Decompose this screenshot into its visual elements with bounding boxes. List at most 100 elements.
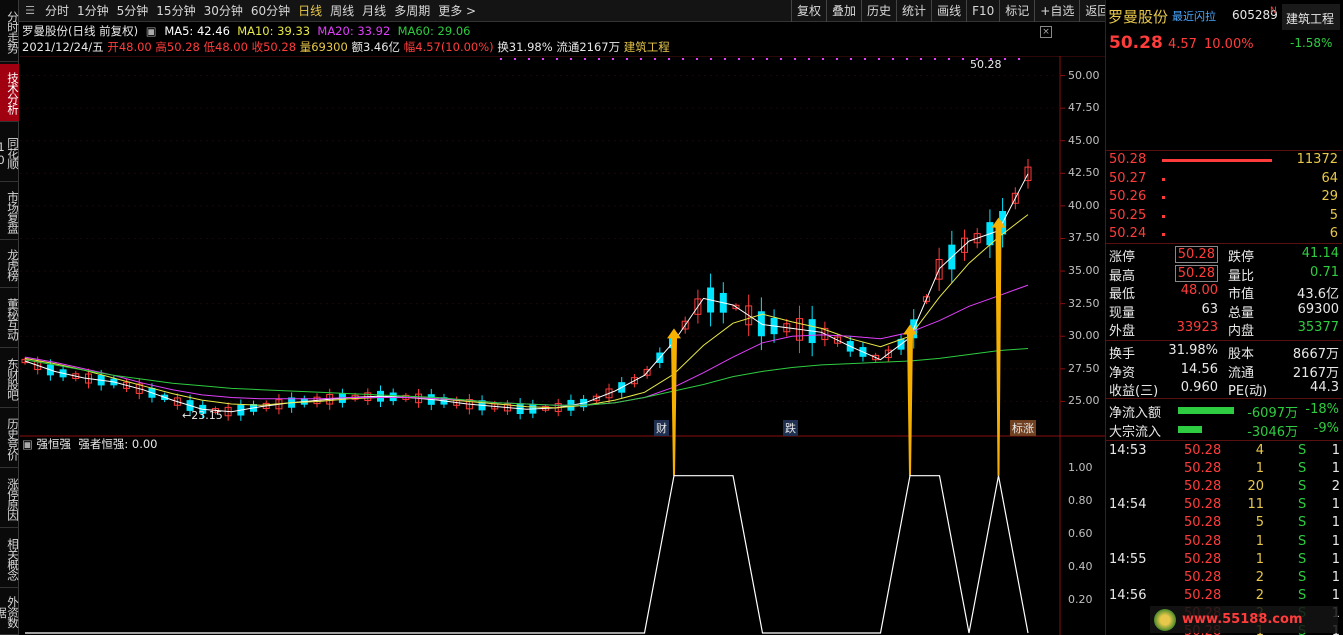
sidebar-item-review[interactable]: 市场复盘 — [0, 184, 20, 240]
flow-value: -3046万 — [1247, 425, 1298, 440]
tick-count: 1 — [1331, 497, 1340, 513]
divider — [1106, 440, 1342, 441]
turnover-value: 换31.98% — [497, 40, 553, 54]
stat-label: 最低 — [1109, 287, 1136, 303]
stock-tag[interactable]: 最近闪拉 — [1172, 8, 1216, 24]
tab-intraday[interactable]: 分时 — [41, 2, 73, 19]
sidebar-item-forum[interactable]: 东财股吧 — [0, 350, 20, 408]
sidebar-item-secretary[interactable]: 董秘互动 — [0, 290, 20, 348]
tab-30min[interactable]: 30分钟 — [200, 2, 247, 19]
tick-count: 1 — [1331, 569, 1340, 585]
history-button[interactable]: 历史 — [861, 0, 896, 22]
dot — [640, 58, 642, 60]
price-pct: 10.00% — [1204, 37, 1254, 52]
bid-row[interactable]: 50.24 6 — [1106, 226, 1342, 244]
finance-marker[interactable]: 财 — [654, 420, 669, 436]
sidebar-item-auction[interactable]: 历史竞价 — [0, 410, 20, 468]
drop-marker[interactable]: 跌 — [783, 420, 798, 436]
ma-lines — [24, 173, 1029, 413]
tick-side: S — [1298, 443, 1307, 458]
restore-rights-button[interactable]: 复权 — [791, 0, 826, 22]
stat-label: 现量 — [1109, 305, 1136, 321]
tab-weekly[interactable]: 周线 — [326, 2, 358, 19]
chevron-right-icon: > — [466, 4, 477, 18]
dot — [668, 58, 670, 60]
bid-row[interactable]: 50.25 5 — [1106, 208, 1342, 226]
toolbar-right: 复权 叠加 历史 统计 画线 F10 标记 +自选 返回 — [791, 0, 1114, 22]
sidebar-item-concepts[interactable]: 相关概念 — [0, 530, 20, 588]
stats-button[interactable]: 统计 — [896, 0, 931, 22]
sidebar-item-foreign[interactable]: 外资数据 — [0, 590, 20, 635]
high-price-label: 50.28 — [970, 58, 1002, 71]
price-tick-label: 42.50 — [1068, 166, 1100, 180]
indicator-dropdown-icon[interactable]: ▣ — [22, 437, 33, 451]
tab-5min[interactable]: 5分钟 — [113, 2, 153, 19]
tick-count: 1 — [1331, 515, 1340, 531]
sidebar-item-technical[interactable]: 技术分析 — [0, 64, 20, 122]
mark-button[interactable]: 标记 — [999, 0, 1034, 22]
tick-row: 50.28 1 S 1 — [1106, 461, 1342, 479]
divider — [1106, 243, 1342, 244]
close-icon[interactable]: × — [1040, 26, 1052, 38]
price-tick-label: 27.50 — [1068, 361, 1100, 375]
sidebar-item-dragon-tiger[interactable]: 龙虎榜 — [0, 242, 20, 288]
tab-60min[interactable]: 60分钟 — [247, 2, 294, 19]
add-watchlist-button[interactable]: +自选 — [1034, 0, 1079, 22]
stat-row: 最高 50.28 量比 0.71 — [1106, 264, 1342, 284]
tick-time: 14:56 — [1109, 587, 1147, 603]
dot — [696, 58, 698, 60]
tab-daily[interactable]: 日线 — [294, 2, 326, 19]
overlay-button[interactable]: 叠加 — [826, 0, 861, 22]
menu-icon[interactable]: ☰ — [19, 4, 41, 17]
ma60-label: MA60: 29.06 — [397, 24, 471, 38]
tick-side: S — [1298, 461, 1307, 477]
bid-row[interactable]: 50.26 29 — [1106, 189, 1342, 207]
tick-side: S — [1298, 497, 1307, 513]
bid-row[interactable]: 50.27 64 — [1106, 171, 1342, 189]
bid-bar — [1162, 233, 1165, 236]
bid-row[interactable]: 50.28 11372 — [1106, 152, 1342, 170]
tab-1min[interactable]: 1分钟 — [73, 2, 113, 19]
candles — [21, 159, 1032, 421]
stat-row: 收益(三) 0.960 PE(动) 44.3 — [1106, 380, 1342, 399]
flow-row: 大宗流入 -3046万 -9% — [1106, 421, 1342, 440]
tick-time: 14:55 — [1109, 551, 1147, 567]
tick-count: 2 — [1331, 479, 1340, 495]
bid-volume: 6 — [1329, 226, 1338, 241]
stat-row: 涨停 50.28 跌停 41.14 — [1106, 246, 1342, 265]
sector-box[interactable]: 建筑工程 — [1282, 4, 1340, 30]
tab-multi[interactable]: 多周期 — [390, 2, 434, 19]
stat-value: 8667万 — [1292, 347, 1339, 362]
sidebar-item-ths10[interactable]: 同花顺10 — [0, 124, 20, 182]
divider — [1106, 398, 1342, 399]
dot — [850, 58, 852, 60]
limit-up-marker[interactable]: 标涨 — [1010, 420, 1036, 436]
indicator-header: ▣ 强恒强 强者恒强: 0.00 — [22, 436, 157, 452]
period-toolbar: ☰ 分时 1分钟 5分钟 15分钟 30分钟 60分钟 日线 周线 月线 多周期… — [19, 0, 1109, 22]
tick-time: 14:53 — [1109, 443, 1147, 458]
indicator-value: 强者恒强: 0.00 — [78, 437, 158, 451]
tick-row: 14:54 50.28 11 S 1 — [1106, 497, 1342, 515]
stat-label: 外盘 — [1109, 324, 1136, 340]
stat-value: 69300 — [1297, 301, 1339, 317]
tick-price: 50.28 — [1184, 461, 1222, 477]
ohlc-info: 2021/12/24/五 开48.00 高50.28 低48.00 收50.28… — [22, 39, 670, 55]
ma-line-ma60 — [24, 348, 1029, 406]
divider — [1106, 340, 1342, 341]
draw-button[interactable]: 画线 — [931, 0, 966, 22]
tab-15min[interactable]: 15分钟 — [152, 2, 199, 19]
bid-volume: 11372 — [1296, 152, 1338, 167]
indicator-tick-label: 0.40 — [1068, 560, 1093, 574]
price-tick-label: 45.00 — [1068, 133, 1100, 147]
kline-chart[interactable] — [20, 56, 1105, 635]
dot — [962, 58, 964, 60]
stat-label: 涨停 — [1109, 250, 1136, 265]
stat-label: 净资 — [1109, 365, 1136, 381]
dropdown-icon[interactable]: ▣ — [146, 24, 157, 38]
f10-button[interactable]: F10 — [966, 0, 999, 22]
sidebar-item-limit-reason[interactable]: 涨停原因 — [0, 470, 20, 528]
tab-monthly[interactable]: 月线 — [358, 2, 390, 19]
sidebar-item-intraday[interactable]: 分时走势 — [0, 2, 20, 62]
stat-label: 跌停 — [1228, 250, 1255, 265]
tab-more[interactable]: 更多 > — [434, 2, 480, 19]
